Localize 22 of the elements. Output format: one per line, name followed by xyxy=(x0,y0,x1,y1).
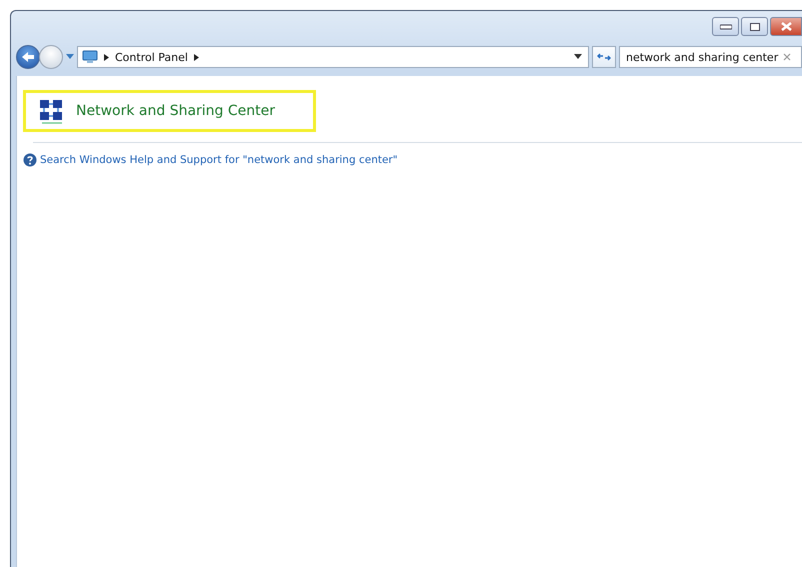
search-field[interactable]: network and sharing center xyxy=(619,46,802,68)
clear-icon[interactable] xyxy=(783,53,791,61)
address-bar[interactable]: Control Panel xyxy=(77,46,589,68)
highlighted-result[interactable]: Network and Sharing Center xyxy=(23,90,316,132)
back-button[interactable] xyxy=(16,45,40,69)
minimize-button[interactable] xyxy=(712,17,739,36)
help-search-link[interactable]: Search Windows Help and Support for "network and sharing center" xyxy=(40,154,398,166)
maximize-icon xyxy=(750,22,760,30)
refresh-arrows-icon xyxy=(597,52,611,62)
breadcrumb-item[interactable]: Control Panel xyxy=(115,50,188,64)
close-button[interactable] xyxy=(770,17,802,36)
maximize-button[interactable] xyxy=(741,17,768,36)
history-dropdown-icon[interactable] xyxy=(66,54,74,60)
help-icon xyxy=(23,153,37,167)
control-panel-icon xyxy=(82,50,98,64)
breadcrumb-arrow-icon[interactable] xyxy=(194,54,199,60)
close-icon xyxy=(780,22,792,31)
refresh-button[interactable] xyxy=(592,46,616,68)
minimize-icon xyxy=(720,24,732,30)
breadcrumb-arrow-icon[interactable] xyxy=(104,54,109,60)
address-dropdown-icon[interactable] xyxy=(574,54,582,60)
back-arrow-icon xyxy=(21,51,35,63)
